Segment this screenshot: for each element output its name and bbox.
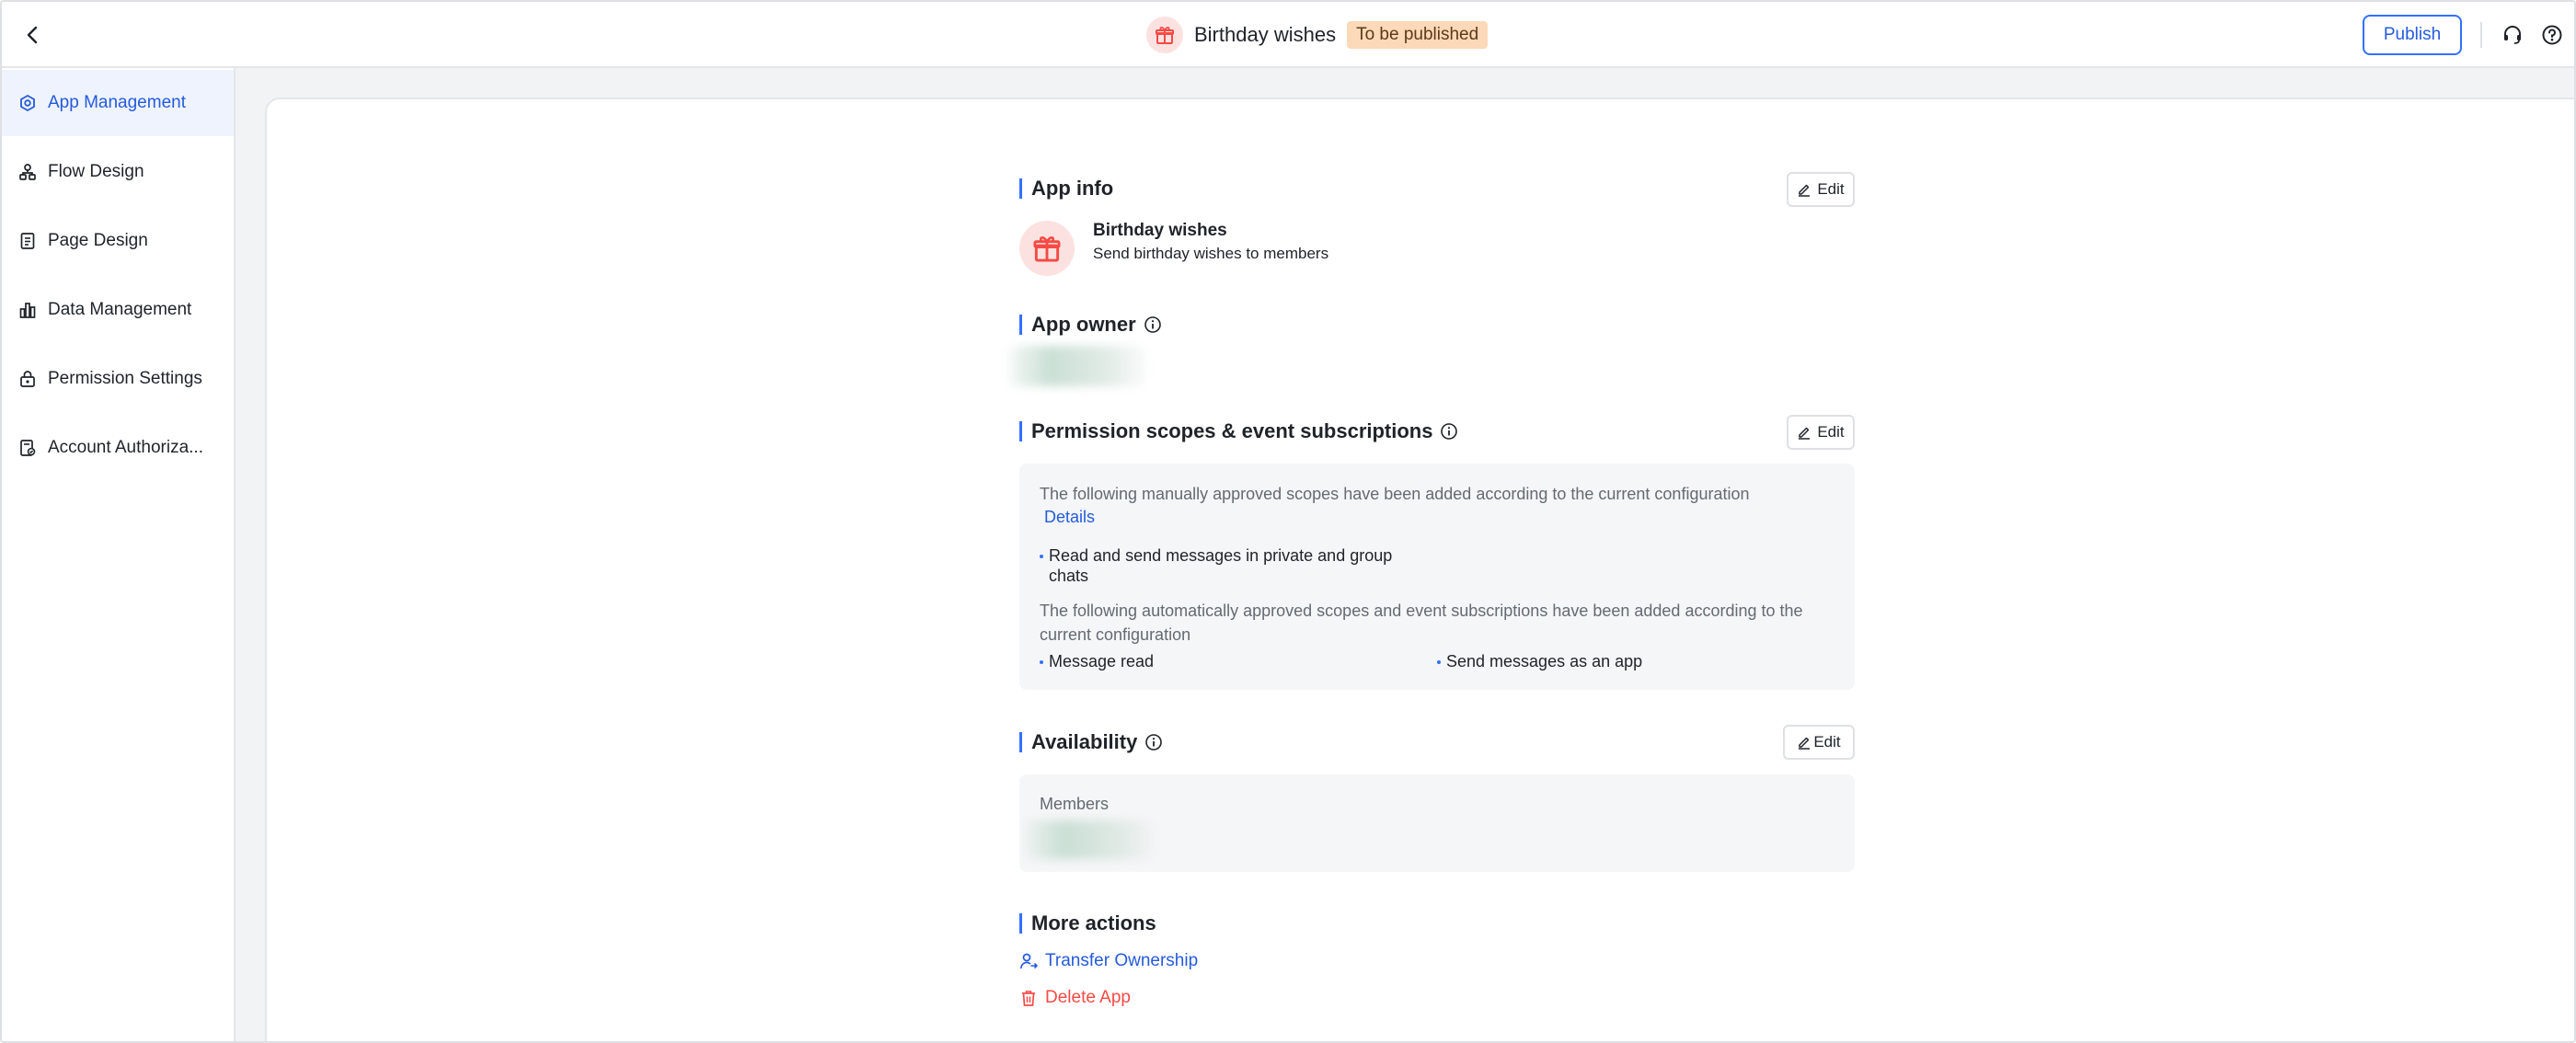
section-availability-title: Availability (1019, 730, 1163, 754)
info-icon[interactable] (1144, 315, 1162, 334)
user-transfer-icon (1019, 952, 1038, 970)
availability-edit-button[interactable]: Edit (1783, 725, 1855, 760)
bullet-dot (1437, 660, 1441, 664)
sidebar-item-page-design[interactable]: Page Design (2, 208, 234, 274)
app-title-group: Birthday wishes To be published (1146, 15, 1489, 55)
section-permissions-title: Permission scopes & event subscriptions (1019, 419, 1458, 443)
section-marker (1019, 913, 1022, 934)
app-info-edit-button[interactable]: Edit (1787, 172, 1855, 207)
permissions-edit-button[interactable]: Edit (1787, 415, 1855, 450)
action-label: Delete App (1045, 988, 1131, 1007)
section-marker (1019, 315, 1022, 335)
section-title-label: App owner (1031, 313, 1136, 336)
status-badge: To be published (1347, 21, 1489, 49)
sidebar-item-label: App Management (48, 93, 186, 112)
manual-scopes-text: The following manually approved scopes h… (1040, 485, 1750, 503)
section-marker (1019, 732, 1022, 752)
edit-label: Edit (1817, 180, 1845, 198)
headset-icon (2504, 26, 2521, 44)
back-button[interactable] (17, 18, 50, 52)
app-window: Birthday wishes To be published Publish … (0, 0, 2576, 1043)
delete-app-link[interactable]: Delete App (1019, 988, 1131, 1008)
pencil-icon (1797, 182, 1811, 197)
sidebar-item-label: Page Design (48, 231, 148, 250)
sidebar-item-data-management[interactable]: Data Management (2, 277, 234, 343)
publish-button[interactable]: Publish (2363, 15, 2462, 55)
help-icon (2542, 25, 2562, 45)
section-app-info-title: App info (1019, 177, 1113, 201)
section-app-owner-title: App owner (1019, 313, 1162, 337)
edit-label: Edit (1813, 733, 1841, 751)
app-avatar-small (1146, 17, 1183, 53)
app-avatar (1019, 221, 1075, 276)
scope-label: Read and send messages in private and gr… (1049, 546, 1393, 585)
gift-icon (1033, 236, 1061, 262)
header-divider (2480, 22, 2482, 48)
pencil-icon (1797, 425, 1811, 440)
app-description: Send birthday wishes to members (1093, 245, 1329, 262)
scope-label: Send messages as an app (1446, 652, 1643, 670)
help-button[interactable] (2537, 20, 2567, 50)
members-label: Members (1040, 795, 1110, 813)
section-marker (1019, 421, 1022, 441)
gear-icon (18, 94, 37, 112)
support-button[interactable] (2498, 20, 2527, 50)
scope-label: Message read (1049, 652, 1155, 670)
pencil-icon (1797, 735, 1811, 750)
trash-icon (1019, 989, 1038, 1007)
auto-scope-item: Send messages as an app (1437, 651, 1642, 671)
bullet-dot (1040, 555, 1043, 558)
page-icon (18, 232, 37, 250)
sidebar: App Management Flow Design Page Design D… (2, 68, 236, 1041)
chevron-left-icon (27, 26, 38, 44)
info-icon[interactable] (1440, 422, 1458, 441)
sidebar-item-label: Account Authoriza... (48, 438, 203, 457)
auto-scopes-text: The following automatically approved sco… (1040, 602, 1803, 644)
flow-icon (18, 163, 37, 181)
sidebar-item-label: Flow Design (48, 162, 144, 181)
auto-scope-item: Message read (1040, 651, 1154, 671)
chart-icon (18, 301, 37, 319)
transfer-ownership-link[interactable]: Transfer Ownership (1019, 951, 1198, 971)
sidebar-item-flow-design[interactable]: Flow Design (2, 139, 234, 205)
sidebar-item-app-management[interactable]: App Management (2, 70, 234, 136)
sidebar-item-permission-settings[interactable]: Permission Settings (2, 346, 234, 412)
sidebar-item-label: Permission Settings (48, 369, 202, 388)
app-name: Birthday wishes (1093, 221, 1227, 240)
top-header: Birthday wishes To be published Publish (2, 2, 2574, 68)
page-title: Birthday wishes (1194, 23, 1337, 46)
section-title-label: More actions (1031, 911, 1156, 934)
section-title-label: App info (1031, 177, 1114, 200)
info-icon[interactable] (1144, 733, 1163, 751)
details-link[interactable]: Details (1044, 508, 1095, 527)
lock-icon (18, 370, 37, 388)
sidebar-item-label: Data Management (48, 300, 192, 319)
section-marker (1019, 178, 1022, 199)
gift-icon (1156, 27, 1174, 44)
action-label: Transfer Ownership (1045, 951, 1199, 970)
members-list-blurred (1025, 820, 1154, 859)
edit-label: Edit (1817, 423, 1845, 441)
account-icon (18, 439, 37, 457)
sidebar-item-account-authorization[interactable]: Account Authoriza... (2, 415, 234, 481)
owner-avatar-blurred (1008, 346, 1146, 386)
manual-scope-item: Read and send messages in private and gr… (1040, 545, 1435, 586)
bullet-dot (1040, 660, 1043, 664)
section-title-label: Permission scopes & event subscriptions (1031, 419, 1433, 442)
section-title-label: Availability (1031, 730, 1138, 753)
section-more-actions-title: More actions (1019, 911, 1156, 935)
